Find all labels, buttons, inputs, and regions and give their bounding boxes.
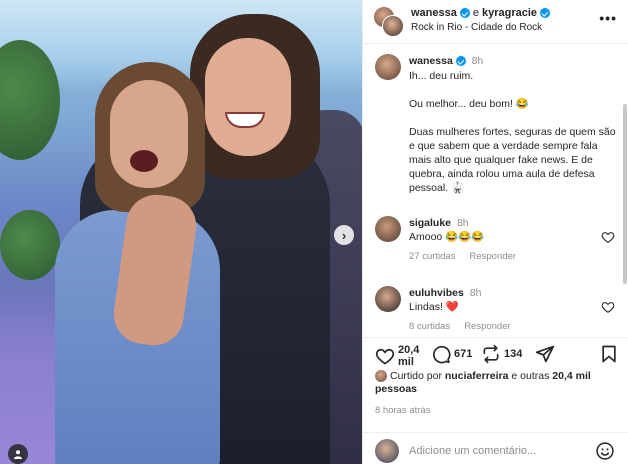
person-left-face xyxy=(110,80,188,188)
caption-line: Ou melhor... deu bom! 😂 xyxy=(409,98,529,110)
more-options-button[interactable]: ••• xyxy=(599,10,617,26)
liked-by: Curtido por nuciaferreira e outras 20,4 … xyxy=(375,370,615,396)
save-action xyxy=(599,344,619,364)
comment-icon[interactable] xyxy=(431,344,451,364)
repost-action: 134 xyxy=(481,344,522,364)
location-link[interactable]: Rock in Rio - Cidade do Rock xyxy=(411,22,542,33)
more-horizontal-icon: ••• xyxy=(599,10,617,26)
comment-username[interactable]: sigaluke xyxy=(409,217,451,229)
comment-input[interactable] xyxy=(409,441,587,461)
comment-text: Amooo 😂😂😂 xyxy=(409,231,485,243)
post-actions: 20,4 mil 671 134 Curtido por nuciaferrei… xyxy=(363,337,628,464)
heart-icon[interactable] xyxy=(601,230,615,244)
verified-badge-icon xyxy=(540,8,551,18)
user-tag-icon xyxy=(14,450,22,459)
comment-action: 671 xyxy=(431,344,472,364)
next-photo-button[interactable]: › xyxy=(334,225,354,245)
author-username-1[interactable]: wanessa xyxy=(411,7,457,19)
verified-badge-icon xyxy=(459,8,470,18)
heart-icon[interactable] xyxy=(375,346,395,366)
comments-count[interactable]: 671 xyxy=(454,348,472,360)
comment-text: Lindas! ❤️ xyxy=(409,301,459,313)
caption-line: Duas mulheres fortes, seguras de quem sã… xyxy=(409,126,616,194)
author-username-2[interactable]: kyragracie xyxy=(482,7,537,19)
share-action xyxy=(535,344,555,364)
add-comment-row xyxy=(363,432,628,464)
share-icon[interactable] xyxy=(535,344,555,364)
plant-decor xyxy=(0,210,60,280)
tagged-users-button[interactable] xyxy=(8,444,28,464)
heart-icon[interactable] xyxy=(601,300,615,314)
caption-line: Ih... deu ruim. xyxy=(409,70,474,82)
bookmark-icon[interactable] xyxy=(599,344,619,364)
author-connector: e xyxy=(472,7,479,19)
comment-username[interactable]: euluhvibes xyxy=(409,287,464,299)
post-side-panel: wanessa e kyragracie Rock in Rio - Cidad… xyxy=(362,0,628,464)
emoji-icon[interactable] xyxy=(595,441,615,461)
reposts-count[interactable]: 134 xyxy=(504,348,522,360)
likes-count[interactable]: 20,4 mil xyxy=(398,344,422,368)
verified-badge-icon xyxy=(455,56,466,67)
repost-icon[interactable] xyxy=(481,344,501,364)
scrollbar[interactable] xyxy=(623,104,627,284)
person-right-face xyxy=(205,38,291,156)
caption-username[interactable]: wanessa xyxy=(409,55,453,67)
liked-by-user[interactable]: nuciaferreira xyxy=(445,370,509,382)
author-names: wanessa e kyragracie xyxy=(411,7,551,19)
avatar[interactable] xyxy=(375,286,401,312)
chevron-right-icon: › xyxy=(341,227,347,243)
liked-by-suffix[interactable]: pessoas xyxy=(375,383,417,395)
comment-likes[interactable]: 27 curtidas xyxy=(409,250,455,264)
comments-list[interactable]: wanessa 8h Ih... deu ruim. Ou melhor... … xyxy=(363,44,628,337)
liked-by-middle: e outras xyxy=(508,370,553,382)
comment-time: 8h xyxy=(469,287,482,299)
avatar[interactable] xyxy=(375,54,401,80)
avatar xyxy=(382,15,404,37)
author-avatars[interactable] xyxy=(373,6,404,37)
reply-button[interactable]: Responder xyxy=(464,320,510,334)
liked-by-count[interactable]: 20,4 mil xyxy=(552,370,591,382)
post-photo[interactable]: › xyxy=(0,0,362,464)
avatar xyxy=(375,439,399,463)
avatar[interactable] xyxy=(375,216,401,242)
liked-by-prefix: Curtido por xyxy=(390,370,445,382)
reply-button[interactable]: Responder xyxy=(469,250,515,264)
like-action: 20,4 mil xyxy=(375,344,422,368)
post-header: wanessa e kyragracie Rock in Rio - Cidad… xyxy=(363,0,628,44)
caption-time: 8h xyxy=(471,55,484,67)
post-timestamp[interactable]: 8 horas atrás xyxy=(375,405,430,416)
comment-time: 8h xyxy=(456,217,469,229)
person-left-mouth xyxy=(130,150,158,172)
avatar xyxy=(375,370,387,383)
comment-likes[interactable]: 8 curtidas xyxy=(409,320,450,334)
